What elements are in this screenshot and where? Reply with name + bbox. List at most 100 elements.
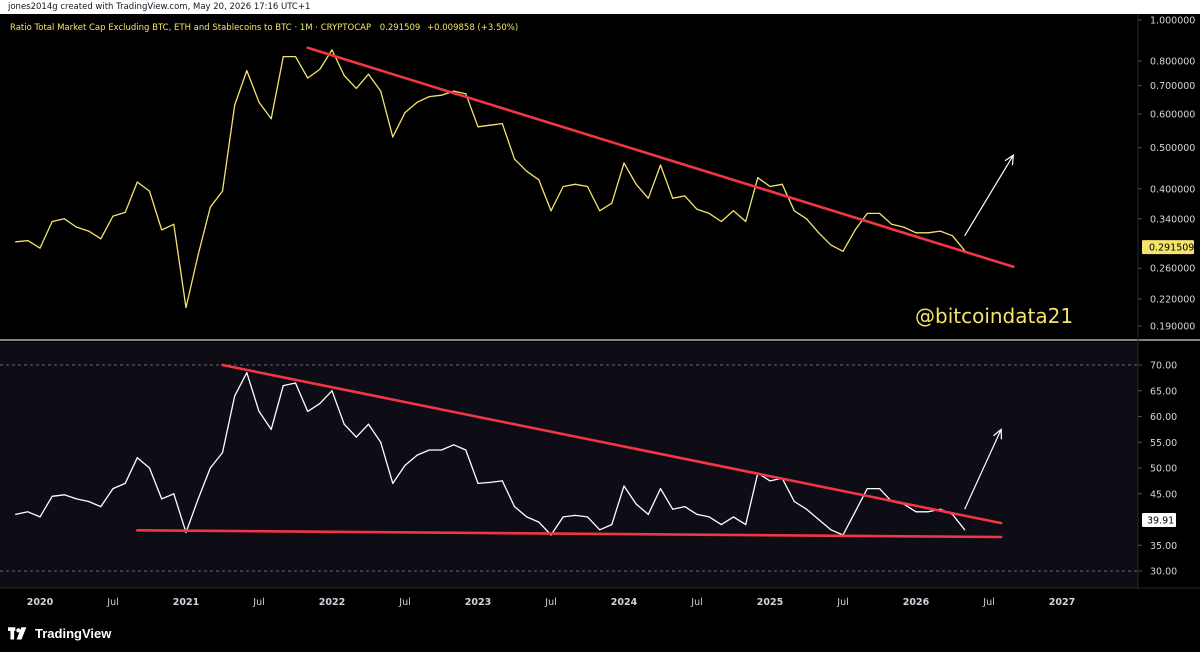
rsi-point	[818, 518, 820, 521]
price-point	[367, 73, 370, 75]
time-axis-label: 2025	[757, 597, 783, 608]
price-point	[611, 202, 613, 204]
rsi-point	[15, 513, 17, 515]
price-point	[951, 235, 954, 237]
rsi-point	[75, 498, 78, 500]
rsi-point	[173, 493, 175, 495]
price-title-last: 0.291509	[380, 23, 421, 33]
price-point	[124, 211, 126, 213]
time-axis-label: Jul	[836, 597, 848, 608]
rsi-point	[100, 506, 102, 508]
rsi-point	[63, 494, 65, 496]
rsi-point	[793, 500, 795, 503]
price-point	[161, 229, 163, 231]
rsi-point	[501, 480, 503, 482]
rsi-axis-label: 50.00	[1150, 464, 1177, 475]
rsi-point	[428, 449, 430, 451]
price-pane[interactable]: 1.000000 0.800000 0.700000 0.600000 0.500000…	[0, 14, 1195, 339]
price-point	[708, 212, 710, 215]
price-point	[757, 177, 759, 179]
price-point	[574, 183, 576, 185]
price-point	[793, 210, 795, 212]
rsi-point	[647, 513, 649, 515]
rsi-point	[319, 403, 321, 405]
chart-frame: 1.000000 0.800000 0.700000 0.600000 0.500000…	[0, 14, 1200, 621]
price-point	[294, 55, 297, 58]
time-axis-label: 2022	[319, 597, 345, 608]
time-axis-label: Jul	[398, 597, 410, 608]
price-point	[550, 210, 552, 212]
price-point	[599, 210, 601, 212]
time-axis-label: 2024	[611, 597, 638, 608]
rsi-point	[465, 449, 467, 451]
price-point	[319, 68, 321, 70]
price-point	[513, 158, 516, 160]
rsi-point	[769, 480, 771, 482]
price-axis-label: 0.260000	[1150, 264, 1195, 275]
price-last-value-label: 0.291509	[1149, 243, 1194, 254]
rsi-point	[696, 513, 698, 515]
price-point	[185, 306, 187, 309]
rsi-pane[interactable]: 70.00 65.00 60.00 55.00 50.00 45.00 35.00 30.00…	[0, 342, 1177, 588]
rsi-point	[282, 385, 284, 387]
rsi-point	[708, 516, 710, 518]
price-point	[745, 220, 747, 223]
price-point	[270, 118, 272, 120]
rsi-point	[39, 516, 41, 518]
rsi-point	[854, 511, 856, 513]
rsi-point	[635, 503, 637, 505]
chart-svg[interactable]: 1.000000 0.800000 0.700000 0.600000 0.500000…	[0, 14, 1200, 621]
price-point	[15, 241, 17, 243]
price-title-change: +0.009858 (+3.50%)	[427, 23, 518, 33]
rsi-point	[343, 423, 345, 425]
price-title-text: Ratio Total Market Cap Excluding BTC, ET…	[10, 23, 371, 33]
price-point	[915, 232, 917, 234]
rsi-point	[124, 482, 126, 485]
rsi-point	[307, 410, 309, 412]
rsi-point	[51, 495, 53, 497]
tradingview-logo[interactable]: TradingView	[8, 626, 111, 641]
rsi-point	[453, 444, 455, 446]
price-point	[136, 181, 138, 183]
time-axis-label: Jul	[690, 597, 702, 608]
price-axis-label: 0.700000	[1150, 81, 1195, 92]
rsi-point	[526, 516, 528, 518]
rsi-point	[927, 511, 929, 513]
price-axis: 1.000000 0.800000 0.700000 0.600000 0.500000…	[1138, 16, 1195, 333]
time-axis-label: 2021	[173, 597, 199, 608]
watermark: @bitcoindata21	[915, 304, 1073, 328]
price-point	[538, 179, 540, 181]
price-point	[732, 210, 735, 212]
time-axis-label: Jul	[106, 597, 118, 608]
rsi-point	[878, 488, 881, 490]
price-point	[903, 226, 905, 228]
rsi-point	[672, 508, 674, 510]
rsi-point	[477, 482, 479, 485]
rsi-point	[392, 482, 394, 485]
price-point	[696, 208, 698, 210]
price-point	[818, 232, 820, 234]
tradingview-brand: TradingView	[35, 626, 112, 641]
price-point	[112, 215, 114, 217]
price-axis-label: 0.600000	[1150, 110, 1195, 121]
rsi-last-value-label: 39.91	[1147, 515, 1174, 526]
price-point	[221, 190, 224, 192]
price-point	[586, 185, 589, 188]
time-axis-label: 2020	[27, 597, 54, 608]
price-point	[428, 95, 430, 98]
price-point	[830, 244, 832, 246]
rsi-point	[586, 516, 589, 518]
price-point	[75, 226, 78, 228]
rsi-point	[684, 506, 686, 508]
rsi-point	[197, 498, 199, 500]
rsi-point	[599, 529, 601, 531]
rsi-point	[234, 395, 236, 397]
rsi-point	[355, 436, 357, 438]
price-point	[659, 164, 662, 166]
time-axis-label: 2023	[465, 597, 491, 608]
price-axis-label: 0.800000	[1150, 57, 1195, 68]
price-point	[355, 87, 357, 89]
rsi-point	[331, 390, 333, 392]
rsi-point	[611, 524, 613, 526]
price-axis-label: 0.400000	[1150, 184, 1195, 195]
